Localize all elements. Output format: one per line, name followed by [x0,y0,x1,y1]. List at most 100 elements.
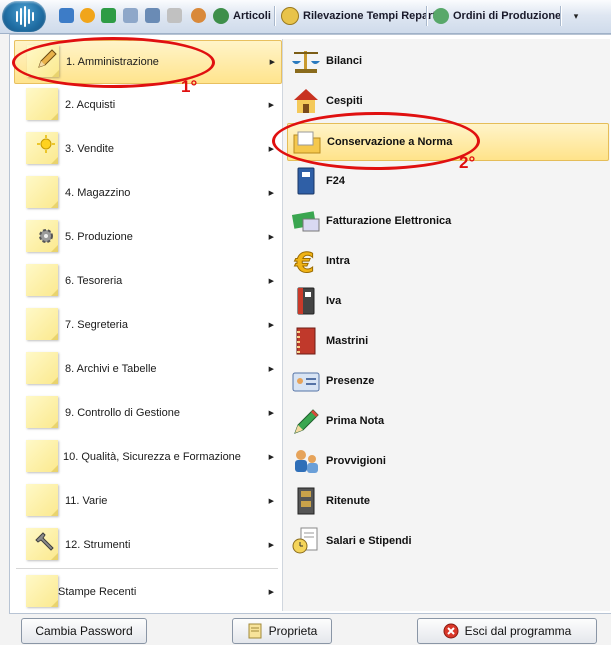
app-logo-icon [16,6,34,27]
submenu-item-presenze[interactable]: Presenze [287,363,607,399]
submenu-item-intra[interactable]: € Intra [287,243,607,279]
submenu-label: Bilanci [326,55,363,67]
menu-label: 6. Tesoreria [65,275,123,287]
money-icon[interactable] [101,8,116,23]
menu-item-tesoreria[interactable]: 6. Tesoreria ▶ [14,260,280,302]
submenu-item-mastrini[interactable]: Mastrini [287,323,607,359]
cambia-password-label: Cambia Password [35,624,133,638]
app-menu-button[interactable] [2,1,46,32]
toolbar-customize-button[interactable]: ▾ [566,8,586,24]
cabinet-icon [297,487,315,515]
menu-label: 11. Varie [65,495,108,507]
menu-label: 2. Acquisti [65,99,116,111]
menu-item-strumenti[interactable]: 12. Strumenti ▶ [14,524,280,566]
globe-icon[interactable] [191,8,206,23]
note-icon [26,220,58,252]
properties-icon [248,623,262,639]
articoli-icon [213,8,229,24]
submenu-arrow-icon: ▶ [268,410,274,417]
proprieta-button[interactable]: Proprieta [232,618,332,644]
menu-item-vendite[interactable]: 3. Vendite ▶ [14,128,280,170]
user-icon[interactable] [59,8,74,23]
submenu-arrow-icon: ▶ [268,102,274,109]
mail-icon[interactable] [123,8,138,23]
binder-icon [297,167,315,195]
alert-icon[interactable] [80,8,95,23]
euro-icon: € [294,247,315,275]
toolbar-separator [274,6,275,26]
gear-icon [39,229,53,243]
cambia-password-button[interactable]: Cambia Password [21,618,147,644]
menu-item-varie[interactable]: 11. Varie ▶ [14,480,280,522]
submenu-item-bilanci[interactable]: Bilanci [287,43,607,79]
house-icon [294,89,318,113]
submenu-item-prima-nota[interactable]: Prima Nota [287,403,607,439]
submenu-item-fatturazione[interactable]: Fatturazione Elettronica [287,203,607,239]
submenu-label: Mastrini [326,335,369,347]
menu-item-produzione[interactable]: 5. Produzione ▶ [14,216,280,258]
main-menu-list: 1. Amministrazione ▶ 2. Acquisti ▶ 3. Ve… [10,35,282,613]
scales-icon [292,51,320,73]
submenu-arrow-icon: ▶ [268,589,274,596]
submenu-label: Presenze [326,375,375,387]
submenu-arrow-icon: ▶ [268,454,274,461]
menu-label: 5. Produzione [65,231,133,243]
submenu-arrow-icon: ▶ [269,59,275,66]
network-icon[interactable] [145,8,160,23]
submenu-label: Iva [326,295,342,307]
submenu-arrow-icon: ▶ [268,498,274,505]
clock-doc-icon [292,527,318,554]
menu-item-archivi[interactable]: 8. Archivi e Tabelle ▶ [14,348,280,390]
toolbar-separator [560,6,561,26]
proprieta-label: Proprieta [268,624,318,638]
submenu-label: Cespiti [326,95,363,107]
menu-item-controllo-gestione[interactable]: 9. Controllo di Gestione ▶ [14,392,280,434]
production-icon [433,8,449,24]
clock-icon [281,7,299,25]
pencil-icon [294,409,319,434]
menu-label: 7. Segreteria [65,319,128,331]
toolbar-separator [426,6,427,26]
people-icon [295,450,318,473]
note-icon [26,528,58,560]
submenu-label: Prima Nota [326,415,385,427]
menu-label: 8. Archivi e Tabelle [65,363,157,375]
note-icon [26,132,58,164]
articoli-label: Articoli [233,10,271,22]
note-icon [26,396,58,428]
note-icon [26,440,58,472]
menu-item-acquisti[interactable]: 2. Acquisti ▶ [14,84,280,126]
submenu-item-iva[interactable]: Iva [287,283,607,319]
sun-icon [37,135,55,153]
menu-item-stampe-recenti[interactable]: Stampe Recenti ▶ [14,571,280,613]
ledger-icon [296,327,316,355]
note-icon [26,264,58,296]
menu-item-segreteria[interactable]: 7. Segreteria ▶ [14,304,280,346]
submenu-label: Provvigioni [326,455,386,467]
submenu-arrow-icon: ▶ [268,542,274,549]
rilevazione-button[interactable]: Rilevazione Tempi Reparto [281,6,443,26]
esci-label: Esci dal programma [464,624,572,638]
person-icon[interactable] [167,8,182,23]
esci-button[interactable]: Esci dal programma [417,618,597,644]
submenu-item-salari[interactable]: Salari e Stipendi [287,523,607,559]
submenu-item-ritenute[interactable]: Ritenute [287,483,607,519]
submenu-label: Fatturazione Elettronica [326,215,452,227]
menu-label: 3. Vendite [65,143,114,155]
menu-label: 10. Qualità, Sicurezza e Formazione [63,451,241,463]
menu-item-magazzino[interactable]: 4. Magazzino ▶ [14,172,280,214]
exit-icon [443,623,459,639]
submenu-item-provvigioni[interactable]: Provvigioni [287,443,607,479]
rilevazione-label: Rilevazione Tempi Reparto [303,10,443,22]
submenu-item-f24[interactable]: F24 [287,163,607,199]
submenu-arrow-icon: ▶ [268,234,274,241]
submenu-arrow-icon: ▶ [268,190,274,197]
menu-item-qualita[interactable]: 10. Qualità, Sicurezza e Formazione ▶ [14,436,280,478]
submenu-label: Ritenute [326,495,370,507]
ordini-button[interactable]: Ordini di Produzione [433,6,561,26]
articoli-button[interactable]: Articoli [213,6,271,26]
ordini-label: Ordini di Produzione [453,10,562,22]
submenu-arrow-icon: ▶ [268,366,274,373]
note-icon [26,308,58,340]
svg-text:€: € [294,247,314,275]
